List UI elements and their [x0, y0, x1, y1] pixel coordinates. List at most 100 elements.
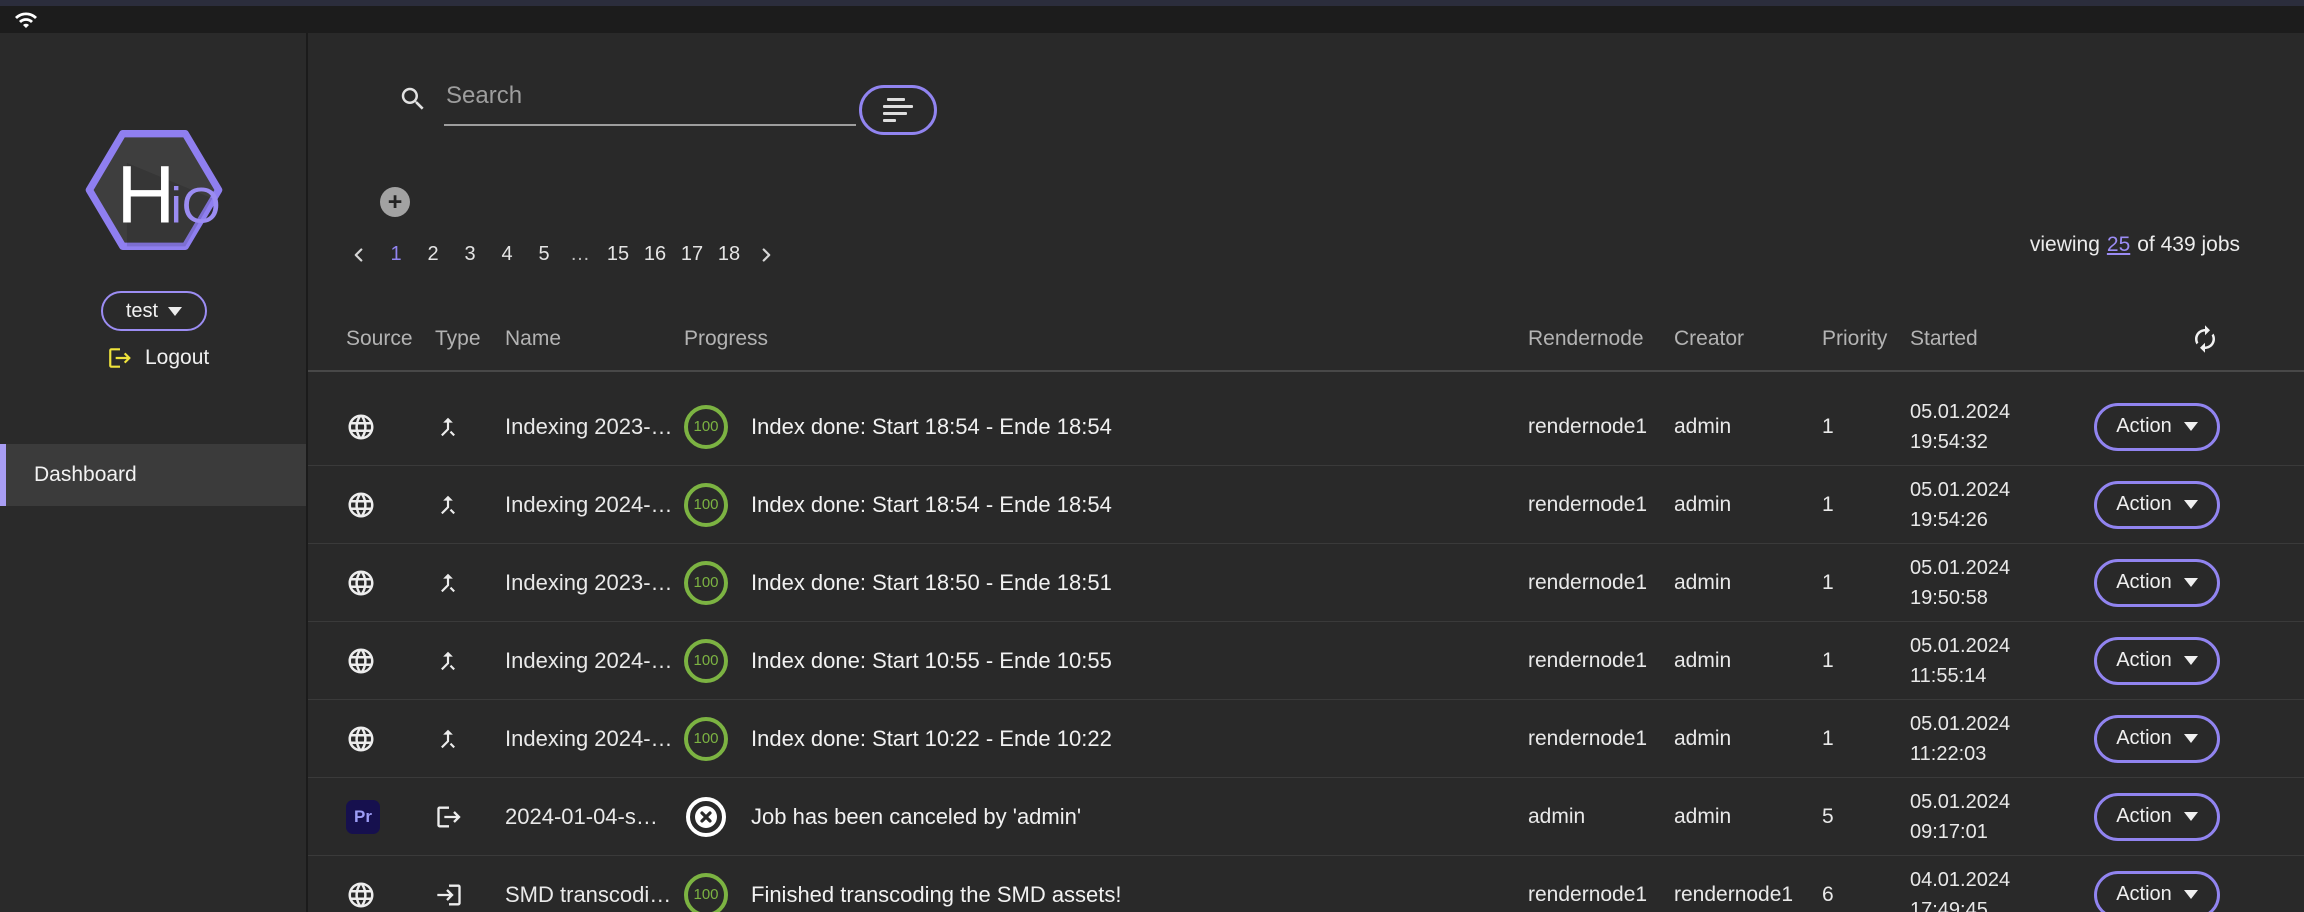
source-cell: Pr	[346, 800, 435, 834]
globe-icon	[346, 490, 376, 520]
table-row: Indexing 2023-… 100 Index done: Start 18…	[308, 388, 2304, 466]
action-button[interactable]: Action	[2094, 871, 2220, 912]
top-bar	[0, 6, 2304, 33]
type-cell	[435, 881, 505, 909]
import-icon	[435, 881, 463, 909]
logo-letters-io: iO	[171, 177, 221, 233]
sidebar-item-label: Dashboard	[34, 463, 137, 487]
merge-type-icon	[435, 492, 461, 518]
action-button[interactable]: Action	[2094, 637, 2220, 685]
job-priority: 1	[1822, 727, 1910, 751]
pagination-page-3[interactable]: 3	[457, 243, 483, 266]
job-creator: admin	[1674, 571, 1822, 595]
source-cell	[346, 568, 435, 598]
job-status: Index done: Start 18:54 - Ende 18:54	[751, 492, 1528, 518]
caret-down-icon	[2184, 500, 2198, 509]
table-row: SMD transcodi… 100 Finished transcoding …	[308, 856, 2304, 912]
type-cell	[435, 648, 505, 674]
pagination-page-16[interactable]: 16	[642, 243, 668, 266]
viewing-count-link[interactable]: 25	[2107, 233, 2130, 257]
action-button[interactable]: Action	[2094, 481, 2220, 529]
col-progress: Progress	[684, 327, 751, 351]
source-cell	[346, 646, 435, 676]
pagination-page-4[interactable]: 4	[494, 243, 520, 266]
job-rendernode: rendernode1	[1528, 883, 1674, 907]
user-menu-button[interactable]: test	[101, 291, 207, 331]
job-creator: rendernode1	[1674, 883, 1822, 907]
progress-cell: 100	[684, 873, 751, 912]
filter-button[interactable]	[859, 85, 937, 135]
merge-type-icon	[435, 648, 461, 674]
job-rendernode: rendernode1	[1528, 493, 1674, 517]
merge-type-icon	[435, 726, 461, 752]
progress-cell	[684, 795, 751, 839]
col-priority: Priority	[1822, 327, 1910, 351]
job-name: SMD transcodi…	[505, 882, 684, 908]
export-icon	[435, 803, 463, 831]
action-button[interactable]: Action	[2094, 793, 2220, 841]
caret-down-icon	[2184, 890, 2198, 899]
logout-icon	[107, 345, 133, 371]
col-rendernode: Rendernode	[1528, 327, 1674, 351]
source-cell	[346, 412, 435, 442]
pagination-page-2[interactable]: 2	[420, 243, 446, 266]
job-status: Job has been canceled by 'admin'	[751, 804, 1528, 830]
job-started: 04.01.2024 17:49:45	[1910, 865, 2094, 912]
user-menu-label: test	[126, 300, 158, 323]
col-started: Started	[1910, 327, 2094, 351]
job-started: 05.01.2024 09:17:01	[1910, 787, 2094, 847]
pagination-page-15[interactable]: 15	[605, 243, 631, 266]
search-input[interactable]	[444, 78, 856, 126]
action-button[interactable]: Action	[2094, 403, 2220, 451]
refresh-button[interactable]	[2190, 324, 2220, 354]
table-row: Pr 2024-01-04-s… Job has been canceled b…	[308, 778, 2304, 856]
job-name: Indexing 2023-…	[505, 414, 684, 440]
source-cell	[346, 880, 435, 910]
action-button[interactable]: Action	[2094, 715, 2220, 763]
table-row: Indexing 2024-… 100 Index done: Start 10…	[308, 700, 2304, 778]
job-name: 2024-01-04-s…	[505, 804, 684, 830]
col-source: Source	[346, 327, 435, 351]
caret-down-icon	[168, 307, 182, 316]
pagination-next-button[interactable]	[753, 244, 779, 266]
table-header: Source Type Name Progress Rendernode Cre…	[308, 318, 2304, 360]
job-rendernode: rendernode1	[1528, 727, 1674, 751]
source-cell	[346, 490, 435, 520]
sidebar-item-dashboard[interactable]: Dashboard	[0, 444, 306, 506]
job-priority: 1	[1822, 649, 1910, 673]
job-name: Indexing 2024-…	[505, 648, 684, 674]
job-rendernode: rendernode1	[1528, 649, 1674, 673]
pagination-page-18[interactable]: 18	[716, 243, 742, 266]
pagination-page-1[interactable]: 1	[383, 243, 409, 266]
merge-type-icon	[435, 414, 461, 440]
table-row: Indexing 2024-… 100 Index done: Start 10…	[308, 622, 2304, 700]
job-status: Finished transcoding the SMD assets!	[751, 882, 1528, 908]
progress-ring: 100	[684, 873, 728, 912]
table-row: Indexing 2024-… 100 Index done: Start 18…	[308, 466, 2304, 544]
job-priority: 1	[1822, 415, 1910, 439]
job-name: Indexing 2023-…	[505, 570, 684, 596]
viewing-summary: viewing 25 of 439 jobs	[2030, 233, 2240, 257]
col-type: Type	[435, 327, 505, 351]
globe-icon	[346, 880, 376, 910]
progress-cell: 100	[684, 483, 751, 527]
logout-button[interactable]: Logout	[107, 345, 209, 371]
add-job-button[interactable]: +	[380, 187, 410, 217]
search-icon	[398, 84, 428, 114]
job-priority: 6	[1822, 883, 1910, 907]
pagination-prev-button[interactable]	[346, 244, 372, 266]
action-button[interactable]: Action	[2094, 559, 2220, 607]
sidebar: H iO test Logout Dashboard	[0, 33, 308, 912]
caret-down-icon	[2184, 812, 2198, 821]
pagination-page-5[interactable]: 5	[531, 243, 557, 266]
caret-down-icon	[2184, 578, 2198, 587]
premiere-icon: Pr	[346, 800, 380, 834]
job-status: Index done: Start 18:54 - Ende 18:54	[751, 414, 1528, 440]
progress-cell: 100	[684, 717, 751, 761]
job-creator: admin	[1674, 493, 1822, 517]
viewing-suffix: of 439 jobs	[2137, 233, 2240, 257]
progress-cell: 100	[684, 639, 751, 683]
job-status: Index done: Start 10:22 - Ende 10:22	[751, 726, 1528, 752]
progress-ring: 100	[684, 639, 728, 683]
pagination-page-17[interactable]: 17	[679, 243, 705, 266]
